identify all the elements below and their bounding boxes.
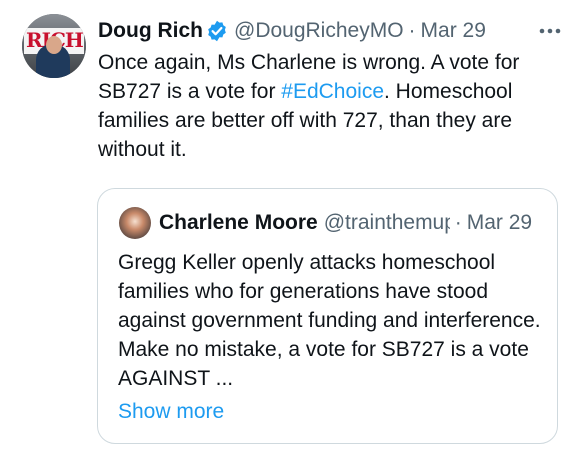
author-avatar[interactable]: RICH: [22, 14, 86, 78]
hashtag-link[interactable]: #EdChoice: [281, 80, 384, 103]
quoted-author-handle[interactable]: @trainthemup: [324, 211, 450, 235]
header-separator: ·: [408, 19, 416, 42]
tweet-header: Doug Richey @DougRicheyMO · Mar 29: [98, 14, 486, 48]
quoted-tweet-header: Charlene Moore @trainthemup · Mar 29: [159, 207, 532, 239]
quoted-author-display-name[interactable]: Charlene Moore: [159, 211, 318, 235]
tweet-date[interactable]: Mar 29: [421, 19, 486, 43]
quoted-tweet-date[interactable]: Mar 29: [467, 211, 532, 235]
quoted-header-separator: ·: [454, 211, 462, 234]
verified-badge-icon: [206, 20, 228, 42]
avatar-head: [46, 36, 62, 54]
more-options-icon[interactable]: [532, 14, 568, 48]
quoted-tweet-card[interactable]: Charlene Moore @trainthemup · Mar 29 Gre…: [97, 188, 558, 444]
tweet-text: Once again, Ms Charlene is wrong. A vote…: [98, 48, 570, 164]
show-more-link[interactable]: Show more: [118, 397, 224, 426]
quoted-author-avatar[interactable]: [119, 207, 151, 239]
quoted-tweet-text: Gregg Keller openly attacks homeschool f…: [118, 251, 541, 390]
tweet[interactable]: RICH Doug Richey @DougRicheyMO · Mar 29 …: [0, 0, 585, 456]
author-handle[interactable]: @DougRicheyMO: [234, 19, 404, 43]
author-display-name[interactable]: Doug Richey: [98, 19, 202, 43]
